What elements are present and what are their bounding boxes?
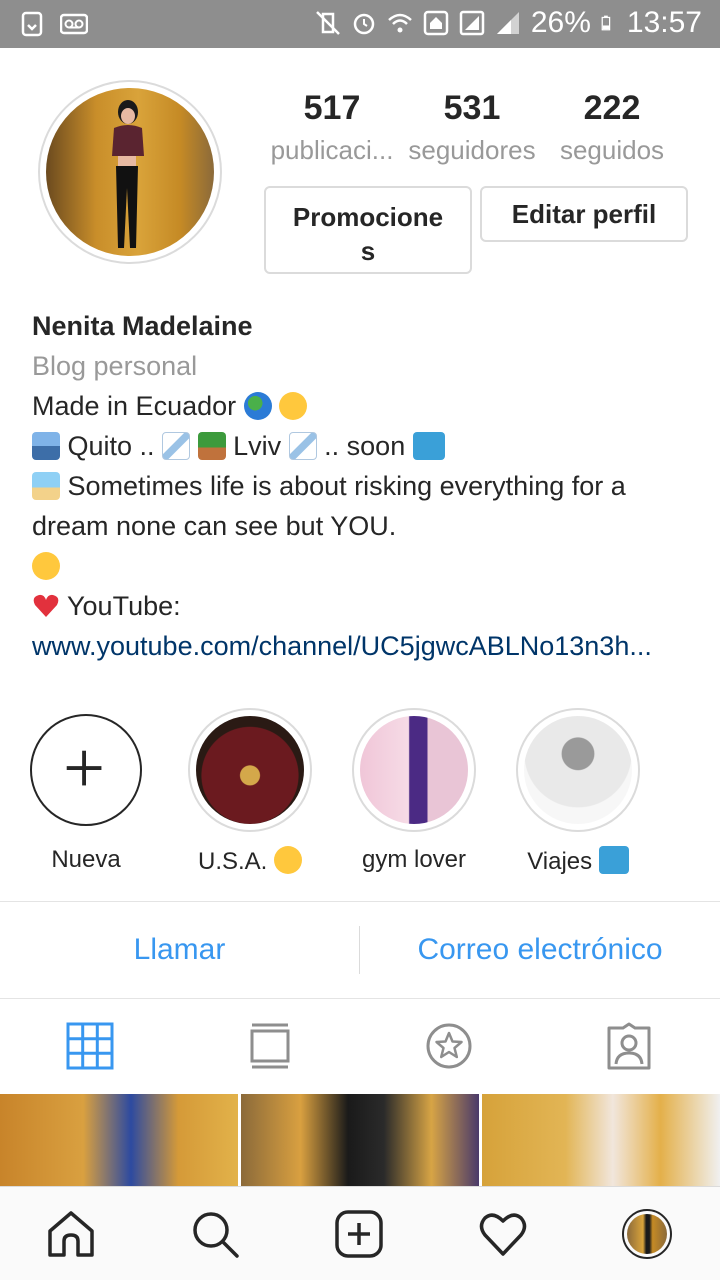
stat-posts[interactable]: 517 publicaci... — [262, 88, 402, 172]
person-figure — [112, 100, 144, 248]
search-icon[interactable] — [190, 1209, 240, 1259]
highlight-label: Nueva — [51, 846, 121, 873]
promote-label-line1: Promocione — [292, 202, 444, 232]
highlight-label: gym lover — [361, 846, 467, 873]
highlight-label: Viajes — [527, 848, 593, 875]
alarm-icon — [353, 13, 375, 35]
highlight-cover-travel — [524, 716, 632, 824]
airplane-emoji-icon — [288, 432, 317, 460]
profile-stats: 517 publicaci... 531 seguidores 222 segu… — [262, 88, 682, 172]
house-tree-emoji-icon — [197, 432, 226, 460]
highlight-cover-passport — [196, 716, 304, 824]
storage-icon — [21, 11, 43, 37]
tagged-person-icon[interactable] — [605, 1022, 653, 1070]
signal-icon — [496, 12, 519, 34]
kiss-emoji-icon — [32, 552, 60, 580]
posts-grid — [0, 1094, 720, 1186]
voicemail-icon — [60, 13, 88, 35]
home-network-icon — [423, 10, 449, 36]
vibrate-off-icon — [315, 11, 340, 35]
profile-bio: Nenita Madelaine Blog personal Made in E… — [32, 306, 692, 666]
post-thumbnail[interactable] — [0, 1094, 238, 1186]
battery-percent: 26% — [530, 6, 591, 39]
stat-following[interactable]: 222 seguidos — [542, 88, 682, 172]
bio-line: Quito .. Lviv .. soon — [32, 426, 692, 466]
bio-line: Sometimes life is about risking everythi… — [32, 471, 626, 541]
stat-value: 222 — [583, 89, 641, 127]
wifi-icon — [388, 13, 412, 33]
stat-label: publicaci... — [270, 135, 394, 165]
grid-icon[interactable] — [66, 1022, 114, 1070]
highlight-viajes[interactable]: Viajes — [513, 708, 643, 876]
profile-avatar[interactable] — [38, 80, 222, 264]
battery-icon — [601, 15, 611, 31]
bio-link[interactable]: www.youtube.com/channel/UC5jgwcABLNo13n3… — [32, 626, 682, 666]
saved-star-icon[interactable] — [425, 1022, 473, 1070]
plus-icon — [66, 750, 102, 786]
contact-bar: Llamar Correo electrónico — [0, 902, 720, 998]
highlight-new[interactable]: Nueva — [21, 708, 151, 874]
bio-line: YouTube: — [32, 586, 692, 626]
cityscape-emoji-icon — [32, 432, 60, 460]
profile-name: Nenita Madelaine — [32, 311, 253, 341]
post-thumbnail[interactable] — [482, 1094, 720, 1186]
profile-avatar-icon[interactable] — [622, 1209, 672, 1259]
red-heart-emoji-icon — [32, 591, 60, 619]
stat-label: seguidos — [559, 135, 665, 165]
new-highlight-circle — [30, 714, 142, 826]
wink-emoji-icon — [274, 846, 303, 874]
home-icon[interactable] — [46, 1209, 96, 1259]
highlight-cover-gym — [360, 716, 468, 824]
bio-line: Made in Ecuador — [32, 386, 692, 426]
heart-icon[interactable] — [478, 1209, 528, 1259]
airplane-emoji-icon — [162, 432, 191, 460]
call-button[interactable]: Llamar — [0, 933, 359, 967]
highlight-label: U.S.A. — [197, 848, 268, 875]
promote-label-line2: s — [360, 236, 376, 266]
globe-emoji-icon — [243, 392, 272, 420]
add-post-icon[interactable] — [334, 1209, 384, 1259]
profile-photo — [46, 88, 214, 256]
stat-followers[interactable]: 531 seguidores — [402, 88, 542, 172]
promote-button[interactable]: Promocione s — [264, 186, 472, 274]
beach-emoji-icon — [32, 472, 60, 500]
profile-category: Blog personal — [32, 351, 198, 381]
email-button[interactable]: Correo electrónico — [360, 933, 720, 967]
stat-value: 531 — [443, 89, 501, 127]
highlight-usa[interactable]: U.S.A. — [185, 708, 315, 876]
status-bar: 26% 13:57 — [0, 0, 720, 48]
heart-eyes-emoji-icon — [279, 392, 308, 420]
bio-line — [32, 546, 692, 586]
profile-tabs — [0, 998, 720, 1094]
world-map-emoji-icon — [412, 432, 445, 460]
highlight-gym-lover[interactable]: gym lover — [349, 708, 479, 874]
feed-icon[interactable] — [246, 1022, 294, 1070]
stat-value: 517 — [303, 89, 361, 127]
signal-box-icon — [459, 10, 485, 36]
clock: 13:57 — [626, 6, 702, 39]
edit-profile-button[interactable]: Editar perfil — [480, 186, 688, 242]
world-map-emoji-icon — [598, 846, 629, 874]
post-thumbnail[interactable] — [241, 1094, 479, 1186]
bottom-navigation — [0, 1186, 720, 1280]
stat-label: seguidores — [408, 135, 536, 165]
